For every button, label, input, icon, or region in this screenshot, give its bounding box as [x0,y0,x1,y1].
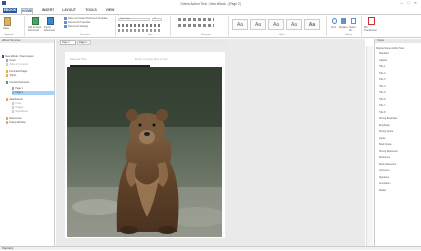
ribbon-separator [361,16,362,36]
doc-item-2[interactable]: Document Properties [68,21,90,24]
style-item[interactable]: Strong Quote [379,130,393,134]
ribbon-separator [170,16,171,36]
minimize-button[interactable]: — [399,1,404,5]
find-label: Find [331,26,336,29]
transformer-label: MS Transformer [364,26,377,32]
document-group-label: Document [80,34,90,36]
styles-list-header: Display Name Author Note [376,47,405,50]
font-format-buttons[interactable] [118,24,162,27]
tab-tools[interactable]: TOOLS [84,8,98,13]
style-swatch-5[interactable]: Aa [304,19,320,30]
ribbon-separator [326,16,327,36]
style-item[interactable]: Strong Reference [379,150,398,154]
font-color-buttons[interactable] [118,29,162,32]
panel-title: eBook Structure [0,39,54,43]
page-workspace [226,39,365,246]
tab-view[interactable]: VIEW [104,8,116,13]
style-swatch-1[interactable]: Aa [232,19,248,30]
replace-label: Replace [339,26,348,29]
select-label: Select All [349,26,356,32]
paragraph-group-label: Paragraph [201,34,212,36]
doc-item-1[interactable]: Save as Content Document Template [68,17,108,20]
style-item[interactable]: Book Reference [379,163,396,167]
editing-group-label: Editing [345,34,352,36]
paragraph-align-buttons[interactable] [178,24,214,27]
tab-page-2[interactable]: Page 2 [60,40,76,45]
paste-icon[interactable] [4,17,11,26]
paste-label: Paste [3,27,10,30]
style-item[interactable]: Caption [379,59,387,63]
style-item[interactable]: Annotation [379,182,390,186]
style-item[interactable]: Strong Emphasis [379,117,397,121]
style-item[interactable]: Title 1 [379,65,385,69]
tree-item-content[interactable]: Content Document [6,81,29,85]
title-placeholder[interactable]: Sample Title [70,57,87,61]
style-item[interactable]: Book Quote [379,143,392,147]
style-item[interactable]: Title 8 [379,111,385,115]
tab-layout[interactable]: LAYOUT [61,8,77,13]
style-item[interactable]: Marker [379,189,386,193]
template-icon[interactable] [64,17,67,20]
style-swatch-3[interactable]: Aa [268,19,284,30]
tree-item-topics[interactable]: Topics [6,74,16,78]
maximize-button[interactable]: □ [406,1,411,5]
doc-item-3[interactable]: Document Settings [68,25,88,28]
style-swatch-2[interactable]: Aa [250,19,266,30]
ribbon-separator [24,16,25,36]
window-title: Ovens Author Trial - New eBook - [Page 2… [180,1,241,6]
text-placeholder[interactable]: Enter a single line of text [135,57,168,61]
title-bar: Ovens Author Trial - New eBook - [Page 2… [0,0,421,7]
tree-item-page-2[interactable]: Page 2 [12,91,23,95]
style-item[interactable]: Title 5 [379,91,385,95]
ribbon-separator [228,16,229,36]
styles-group-label: Styles [279,34,285,36]
vertical-scrollbar[interactable] [366,46,373,246]
add-content-icon[interactable] [32,17,39,25]
transformer-icon[interactable] [368,17,375,25]
bear-photo [67,67,222,237]
styles-panel-title: Styles [375,39,421,43]
replace-icon[interactable] [341,18,346,24]
style-item[interactable]: Title 3 [379,78,385,82]
clipboard-group-label: Clipboard [4,34,14,36]
find-icon[interactable] [332,18,337,24]
style-item[interactable]: Reference [379,156,390,160]
style-item[interactable]: Title 4 [379,85,385,89]
font-family-select[interactable]: Open Sans [118,18,150,21]
status-bar: Paginating [0,246,421,250]
select-icon[interactable] [351,18,356,24]
style-item[interactable]: Standard [379,52,389,56]
style-item[interactable]: Quote [379,137,386,141]
style-item[interactable]: Title 6 [379,98,385,102]
import-icon[interactable] [47,17,54,25]
paragraph-list-buttons[interactable] [178,18,214,21]
style-item[interactable]: Title 2 [379,72,385,76]
add-content-label: Add Content Document [28,26,42,32]
font-group-label: Font [148,34,153,36]
tree-item-popup[interactable]: Popup Window [6,121,25,125]
tab-ebook[interactable]: EBOOK [3,8,17,13]
style-item[interactable]: Signature [379,176,389,180]
properties-icon[interactable] [64,21,67,24]
style-item[interactable]: Title 7 [379,104,385,108]
tree-item-toc[interactable]: Table of Contents [6,63,28,67]
font-size-select[interactable]: 11 [152,18,162,21]
tree-item-stylesheets[interactable]: Stylesheets [12,110,28,114]
settings-icon[interactable] [64,25,67,28]
close-button[interactable]: ✕ [413,1,418,5]
import-label: Import Document [44,26,55,32]
tab-insert[interactable]: INSERT [41,8,55,13]
style-item[interactable]: Comment [379,169,389,173]
app-icon [2,1,6,5]
tab-page-1[interactable]: Page 1 [77,40,91,45]
style-swatch-4[interactable]: Aa [286,19,302,30]
style-item[interactable]: Emphasis [379,124,390,128]
ribbon-separator [115,16,116,36]
